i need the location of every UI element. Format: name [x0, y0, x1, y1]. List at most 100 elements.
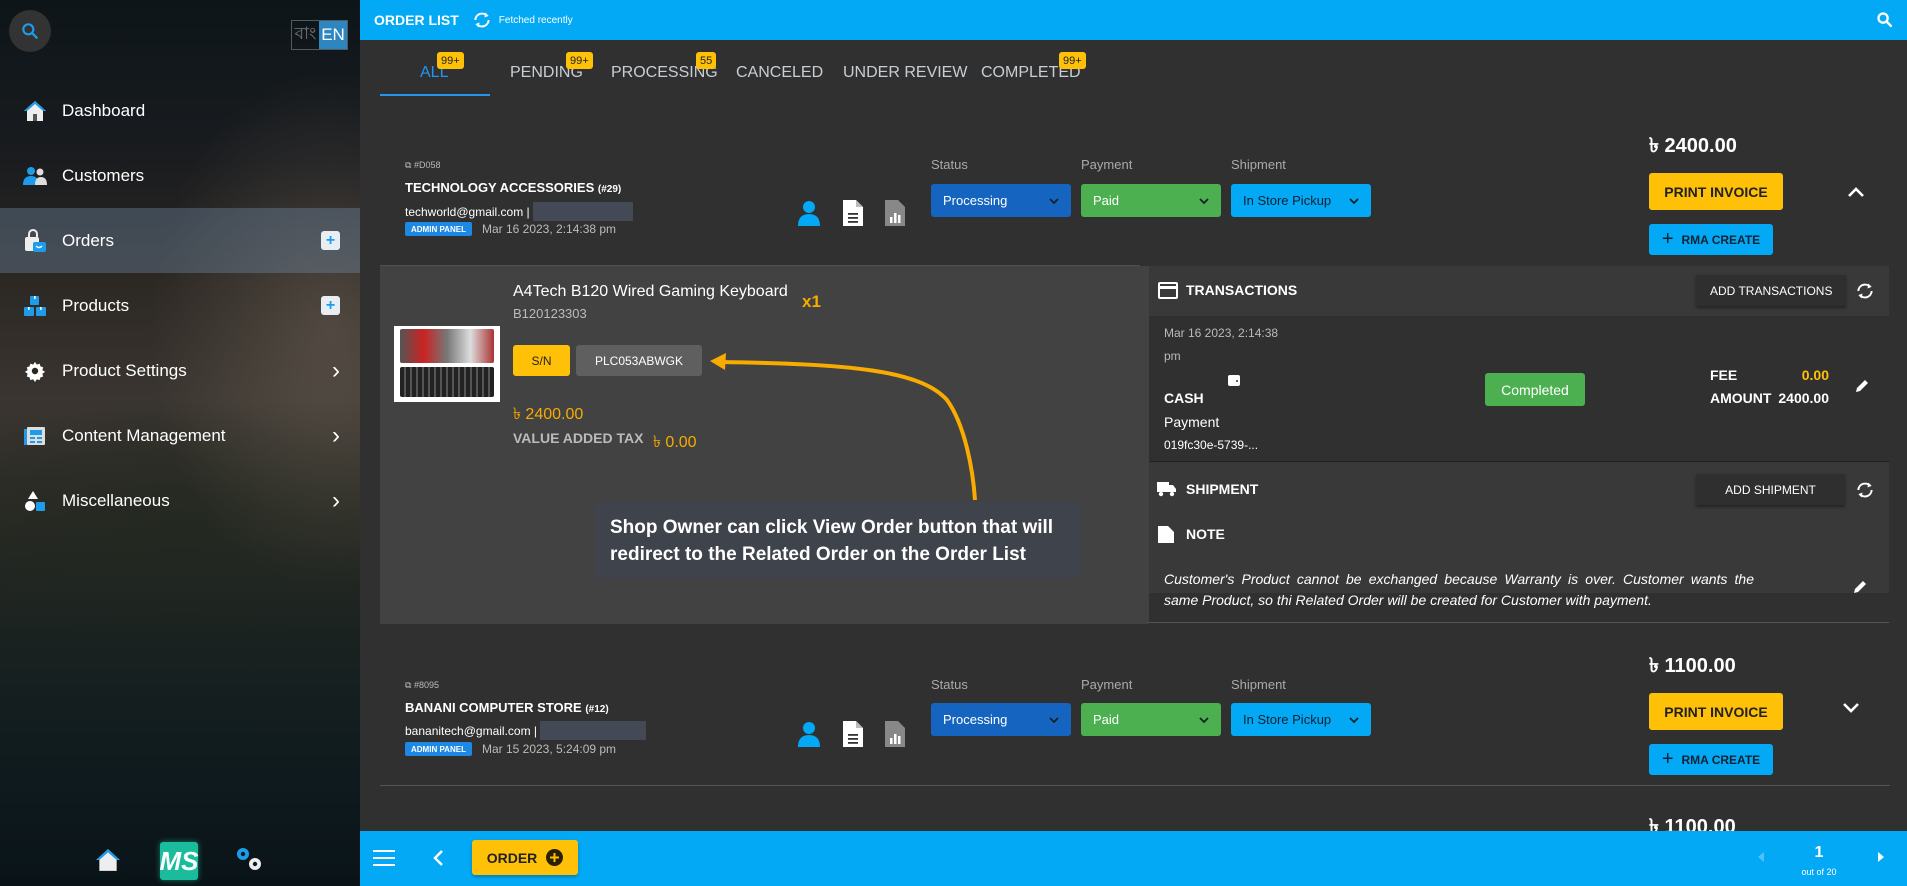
chevron-right-icon[interactable]: ›: [332, 422, 340, 450]
transaction-status-badge: Completed: [1485, 373, 1585, 406]
boxes-icon: [22, 293, 48, 319]
shipment-select[interactable]: In Store Pickup: [1231, 184, 1371, 217]
payment-label: Payment: [1081, 157, 1133, 172]
credit-card-icon: [1158, 282, 1178, 299]
payment-label: Payment: [1081, 677, 1133, 692]
sidebar-item-dashboard[interactable]: Dashboard: [0, 78, 360, 143]
sidebar-item-customers[interactable]: Customers: [0, 143, 360, 208]
next-page-icon[interactable]: [1877, 851, 1885, 863]
home-button[interactable]: [95, 848, 121, 877]
sidebar-item-label: Product Settings: [62, 360, 187, 380]
invoice-button[interactable]: [843, 721, 863, 752]
chevron-down-icon: [1049, 716, 1059, 723]
user-icon: [798, 201, 820, 226]
add-product-button[interactable]: +: [321, 296, 340, 315]
vat-label: VALUE ADDED TAX: [513, 430, 644, 446]
copy-icon[interactable]: ⧉: [405, 680, 414, 690]
fetch-status: Fetched recently: [498, 14, 573, 26]
refresh-icon: [474, 12, 490, 28]
order-total: ৳ 2400.00: [1649, 135, 1737, 157]
customer-contact: bananitech@gmail.com |: [405, 721, 647, 740]
tab-canceled[interactable]: CANCELED: [736, 64, 823, 82]
report-button[interactable]: [885, 200, 905, 231]
refresh-button[interactable]: [471, 10, 493, 30]
app-logo[interactable]: MS: [160, 842, 199, 880]
menu-icon[interactable]: [373, 849, 395, 867]
add-order-button[interactable]: +: [321, 231, 340, 250]
settings-button[interactable]: [233, 844, 265, 879]
annotation-callout: Shop Owner can click View Order button t…: [595, 502, 1080, 578]
refresh-transactions-icon[interactable]: [1854, 281, 1876, 301]
tab-badge: 99+: [1059, 52, 1086, 69]
customer-button[interactable]: [797, 721, 821, 752]
refresh-shipment-icon[interactable]: [1854, 480, 1876, 500]
edit-note-icon[interactable]: [1852, 579, 1868, 595]
new-order-button[interactable]: ORDER: [472, 840, 578, 875]
note-title: NOTE: [1186, 526, 1225, 542]
add-transactions-button[interactable]: ADD TRANSACTIONS: [1696, 275, 1847, 306]
status-select[interactable]: Processing: [931, 184, 1071, 217]
sidebar-item-product-settings[interactable]: Product Settings ›: [0, 338, 360, 403]
print-invoice-button[interactable]: PRINT INVOICE: [1649, 693, 1783, 730]
transaction-method: CASH: [1164, 390, 1204, 406]
status-select[interactable]: Processing: [931, 703, 1071, 736]
chart-file-icon: [885, 200, 905, 226]
prev-page-icon[interactable]: [1757, 851, 1765, 863]
note-text: Customer's Product cannot be exchanged b…: [1164, 571, 1754, 608]
print-invoice-button[interactable]: PRINT INVOICE: [1649, 173, 1783, 210]
user-icon: [798, 722, 820, 747]
back-icon[interactable]: [432, 849, 444, 867]
report-button[interactable]: [885, 721, 905, 752]
source-badge: ADMIN PANEL: [405, 742, 472, 756]
product-image: [394, 326, 500, 402]
product-name: A4Tech B120 Wired Gaming Keyboard: [513, 283, 788, 300]
add-shipment-button[interactable]: ADD SHIPMENT: [1696, 474, 1845, 505]
expand-chevron-down-icon[interactable]: [1842, 702, 1860, 714]
language-bn[interactable]: বাং: [292, 21, 319, 49]
document-icon: [843, 200, 863, 226]
serial-number-value[interactable]: PLC053ABWGK: [576, 345, 702, 376]
current-page: 1: [1814, 844, 1824, 861]
invoice-button[interactable]: [843, 200, 863, 231]
payment-select[interactable]: Paid: [1081, 184, 1221, 217]
order-total: ৳ 1100.00: [1649, 655, 1736, 677]
rma-create-button[interactable]: + RMA CREATE: [1649, 744, 1773, 775]
sidebar-item-products[interactable]: Products +: [0, 273, 360, 338]
shipment-select[interactable]: In Store Pickup: [1231, 703, 1371, 736]
redacted-phone: [540, 721, 647, 740]
store-name: TECHNOLOGY ACCESSORIES (#29): [405, 180, 622, 195]
payment-select[interactable]: Paid: [1081, 703, 1221, 736]
sidebar-item-label: Orders: [62, 230, 114, 250]
document-icon: [843, 721, 863, 747]
copy-icon[interactable]: ⧉: [405, 160, 414, 170]
language-en[interactable]: EN: [319, 21, 347, 49]
topbar-search-button[interactable]: [1876, 11, 1893, 28]
wallet-icon: [1228, 375, 1240, 386]
order-meta: ADMIN PANEL Mar 16 2023, 2:14:38 pm: [405, 222, 616, 236]
product-quantity: x1: [802, 292, 821, 311]
order-date: Mar 16 2023, 2:14:38 pm: [481, 222, 617, 236]
truck-icon: [1157, 482, 1176, 497]
sidebar-item-miscellaneous[interactable]: Miscellaneous ›: [0, 468, 360, 533]
sidebar-item-label: Content Management: [62, 425, 226, 445]
tab-under-review[interactable]: UNDER REVIEW: [843, 64, 967, 82]
language-switcher[interactable]: বাং EN: [291, 20, 348, 50]
order-side-panel: TRANSACTIONS ADD TRANSACTIONS Mar 16 202…: [1149, 266, 1889, 624]
order-meta: ADMIN PANEL Mar 15 2023, 5:24:09 pm: [405, 742, 616, 756]
collapse-chevron-up-icon[interactable]: [1847, 186, 1865, 198]
shipment-title: SHIPMENT: [1186, 481, 1259, 497]
product-sku: B120123303: [513, 306, 587, 321]
edit-transaction-icon[interactable]: [1854, 378, 1870, 394]
sidebar-item-label: Customers: [62, 165, 145, 185]
chevron-right-icon[interactable]: ›: [332, 487, 340, 515]
chevron-right-icon[interactable]: ›: [332, 357, 340, 385]
shipment-label: Shipment: [1231, 677, 1286, 692]
customer-button[interactable]: [797, 200, 821, 231]
sidebar-item-orders[interactable]: Orders +: [0, 208, 360, 273]
shopping-bag-icon: [22, 228, 48, 254]
plus-icon: +: [1661, 748, 1674, 770]
users-icon: [22, 163, 48, 189]
sidebar-item-content-management[interactable]: Content Management ›: [0, 403, 360, 468]
rma-create-button[interactable]: + RMA CREATE: [1649, 224, 1773, 255]
sidebar-search-button[interactable]: [9, 10, 51, 52]
